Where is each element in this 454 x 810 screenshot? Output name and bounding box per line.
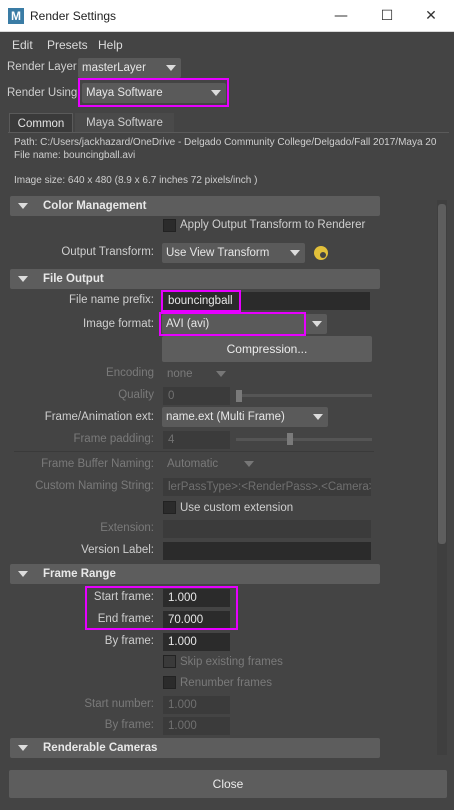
compression-button[interactable]: Compression... <box>162 336 372 362</box>
buffer-naming-label: Frame Buffer Naming: <box>41 458 154 470</box>
frame-ext-label: Frame/Animation ext: <box>44 411 154 423</box>
title-bar: M Render Settings — ☐ ✕ <box>0 0 454 32</box>
render-using-label: Render Using <box>7 87 78 99</box>
encoding-dropdown[interactable]: none <box>163 364 231 384</box>
chevron-down-icon <box>166 65 176 71</box>
divider <box>14 451 374 452</box>
window-title: Render Settings <box>30 9 117 23</box>
start-number-label: Start number: <box>84 698 154 710</box>
section-file-output[interactable]: File Output <box>10 269 380 289</box>
by-frame-input[interactable]: 1.000 <box>163 633 230 651</box>
skip-existing-label: Skip existing frames <box>180 656 283 668</box>
collapse-arrow-icon <box>18 203 28 209</box>
minimize-button[interactable]: — <box>318 0 364 32</box>
quality-slider-thumb[interactable] <box>236 390 242 402</box>
encoding-value: none <box>167 368 193 380</box>
section-title: Renderable Cameras <box>43 742 158 754</box>
tab-common[interactable]: Common <box>9 113 73 133</box>
output-transform-dropdown[interactable]: Use View Transform <box>162 243 305 263</box>
collapse-arrow-icon <box>18 745 28 751</box>
encoding-label: Encoding <box>106 367 154 379</box>
extension-label: Extension: <box>100 522 154 534</box>
start-number-input[interactable]: 1.000 <box>163 696 230 714</box>
render-layer-label: Render Layer <box>7 61 77 73</box>
section-renderable-cameras[interactable]: Renderable Cameras <box>10 738 380 758</box>
output-transform-value: Use View Transform <box>166 247 270 259</box>
frame-padding-slider-thumb[interactable] <box>287 433 293 445</box>
close-window-button[interactable]: ✕ <box>408 0 454 32</box>
vertical-scrollbar[interactable] <box>437 200 447 755</box>
section-title: Color Management <box>43 200 147 212</box>
maximize-button[interactable]: ☐ <box>364 0 410 32</box>
file-name-text: File name: bouncingball.avi <box>14 150 136 161</box>
chevron-down-icon <box>312 321 322 327</box>
use-custom-extension-checkbox[interactable] <box>163 501 176 514</box>
chevron-down-icon <box>244 461 254 467</box>
by-frame2-label: By frame: <box>104 719 154 731</box>
apply-transform-label: Apply Output Transform to Renderer <box>180 219 366 231</box>
section-color-management[interactable]: Color Management <box>10 196 380 216</box>
buffer-naming-dropdown[interactable]: Automatic <box>163 454 259 474</box>
section-title: File Output <box>43 273 104 285</box>
frame-padding-label: Frame padding: <box>73 433 154 445</box>
path-text: Path: C:/Users/jackhazard/OneDrive - Del… <box>14 137 437 148</box>
highlight-render-using <box>78 78 229 107</box>
chevron-down-icon <box>216 371 226 377</box>
menu-help[interactable]: Help <box>98 38 123 52</box>
highlight-frame-range <box>85 586 238 630</box>
quality-slider[interactable] <box>236 394 372 397</box>
by-frame2-input[interactable]: 1.000 <box>163 717 230 735</box>
frame-padding-slider[interactable] <box>236 438 372 441</box>
highlight-prefix <box>161 290 241 312</box>
output-transform-label: Output Transform: <box>61 246 154 258</box>
buffer-naming-value: Automatic <box>167 458 219 470</box>
chevron-down-icon <box>290 250 300 256</box>
tab-maya-software[interactable]: Maya Software <box>75 113 174 133</box>
menu-edit[interactable]: Edit <box>12 38 33 52</box>
frame-ext-dropdown[interactable]: name.ext (Multi Frame) <box>162 407 328 427</box>
maya-app-icon: M <box>8 8 24 24</box>
image-size-text: Image size: 640 x 480 (8.9 x 6.7 inches … <box>14 175 258 186</box>
frame-ext-value: name.ext (Multi Frame) <box>166 411 285 423</box>
image-format-label: Image format: <box>83 318 154 330</box>
render-layer-dropdown[interactable]: masterLayer <box>78 58 181 78</box>
menu-bar: Edit Presets Help <box>0 33 454 55</box>
quality-input[interactable]: 0 <box>163 387 230 405</box>
version-label: Version Label: <box>81 544 154 556</box>
prefix-label: File name prefix: <box>68 294 154 306</box>
extension-input[interactable] <box>163 520 371 538</box>
chevron-down-icon <box>313 414 323 420</box>
by-frame-label: By frame: <box>104 635 154 647</box>
render-layer-value: masterLayer <box>82 62 146 74</box>
version-label-input[interactable] <box>163 542 371 560</box>
quality-label: Quality <box>118 389 154 401</box>
apply-transform-checkbox[interactable] <box>163 219 176 232</box>
custom-naming-label: Custom Naming String: <box>35 480 154 492</box>
collapse-arrow-icon <box>18 571 28 577</box>
collapse-arrow-icon <box>18 276 28 282</box>
section-frame-range[interactable]: Frame Range <box>10 564 380 584</box>
frame-padding-input[interactable]: 4 <box>163 431 230 449</box>
use-custom-extension-label: Use custom extension <box>180 502 294 514</box>
gear-icon[interactable] <box>314 246 328 260</box>
skip-existing-checkbox[interactable] <box>163 655 176 668</box>
highlight-image-format <box>159 312 306 336</box>
renumber-frames-checkbox[interactable] <box>163 676 176 689</box>
section-title: Frame Range <box>43 568 116 580</box>
scrollbar-thumb[interactable] <box>438 204 446 544</box>
close-button[interactable]: Close <box>9 770 447 798</box>
renumber-frames-label: Renumber frames <box>180 677 273 689</box>
custom-naming-input[interactable]: lerPassType>:<RenderPass>.<Camera> <box>163 478 371 496</box>
menu-presets[interactable]: Presets <box>47 38 88 52</box>
